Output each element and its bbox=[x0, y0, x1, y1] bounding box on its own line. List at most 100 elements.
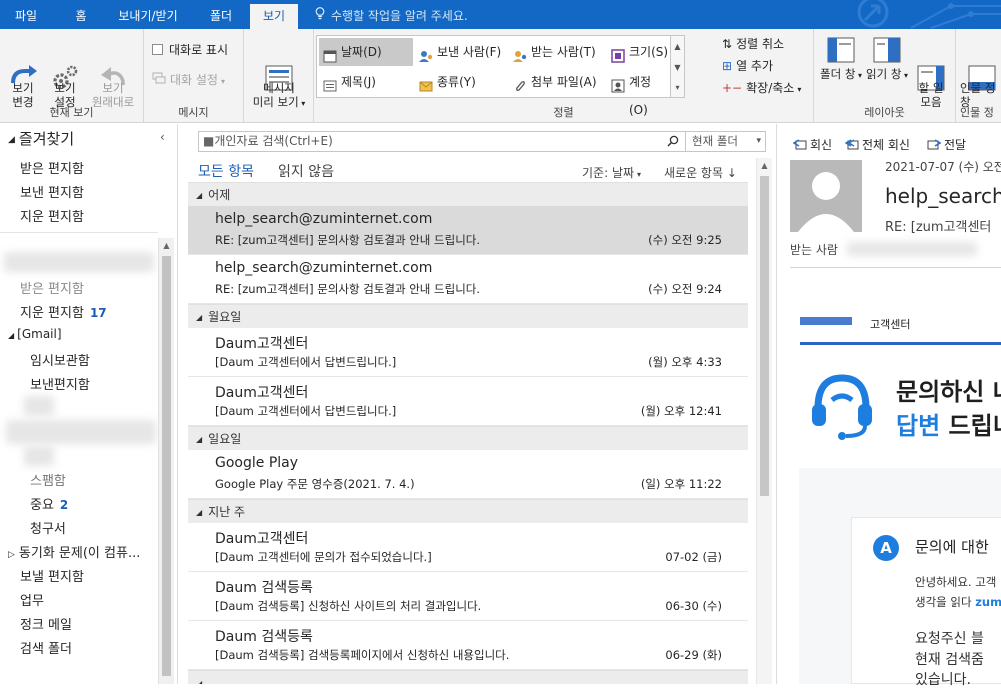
collapse-triangle-icon[interactable]: ◢ bbox=[8, 135, 15, 145]
gallery-scroll[interactable]: ▲ ▼ ▾ bbox=[671, 35, 685, 98]
group-messages: 대화로 표시 대화 설정 ▾ 메시지 bbox=[144, 29, 244, 123]
collapse-triangle-icon[interactable]: ◢ bbox=[196, 435, 202, 444]
message-row[interactable]: Daum 검색등록 [Daum 검색등록] 신청하신 사이트의 처리 결과입니다… bbox=[188, 572, 748, 621]
people-pane-button[interactable]: 인물 정 창 bbox=[960, 35, 1001, 109]
message-subject: RE: [zum고객센터] 문의사항 검토결과 안내 드립니다. bbox=[215, 282, 481, 296]
forward-button[interactable]: 전달 bbox=[927, 136, 966, 153]
arrange-by-account[interactable]: 계정(O) bbox=[607, 68, 669, 117]
group-header[interactable]: ◢ 어제 bbox=[188, 182, 748, 206]
gallery-up-arrow-icon[interactable]: ▲ bbox=[671, 36, 684, 57]
gallery-down-arrow-icon[interactable]: ▼ bbox=[671, 57, 684, 78]
conversation-settings-button[interactable]: 대화 설정 ▾ bbox=[152, 71, 225, 91]
group-header[interactable]: ◢ 월요일 bbox=[188, 304, 748, 328]
scroll-up-arrow-icon[interactable]: ▲ bbox=[159, 238, 174, 254]
sort-order-toggle[interactable]: 새로운 항목 ↓ bbox=[664, 164, 737, 181]
reply-all-button[interactable]: 전체 회신 bbox=[844, 136, 910, 153]
gallery-more-icon[interactable]: ▾ bbox=[671, 78, 684, 97]
search-input[interactable]: ■개인자료 검색(Ctrl+E) bbox=[198, 131, 686, 152]
group-header[interactable]: ◢ 지난 주 bbox=[188, 499, 748, 523]
filter-unread[interactable]: 읽지 않음 bbox=[278, 161, 334, 181]
message-row[interactable]: help_search@zuminternet.com RE: [zum고객센터… bbox=[188, 255, 748, 304]
arrange-by-from[interactable]: 보낸 사람(F) bbox=[415, 38, 507, 66]
message-row[interactable]: Daum고객센터 [Daum 고객센터에서 답변드립니다.] (월) 오후 4:… bbox=[188, 328, 748, 377]
arrange-by-attachments[interactable]: 첨부 파일(A) bbox=[509, 68, 605, 96]
tab-folder[interactable]: 폴더 bbox=[192, 4, 250, 29]
folder-pane-button[interactable]: 폴더 창 ▾ bbox=[818, 35, 864, 83]
change-view-button[interactable]: 보기 변경 bbox=[4, 35, 42, 109]
arrange-by-subject[interactable]: 제목(J) bbox=[319, 68, 413, 96]
folder-work[interactable]: 업무 bbox=[20, 590, 44, 609]
collapse-triangle-icon[interactable]: ◢ bbox=[8, 331, 14, 340]
todo-bar-icon bbox=[915, 49, 947, 91]
folder-deleted[interactable]: 지운 편지함 17 bbox=[20, 302, 107, 321]
checkbox-box[interactable] bbox=[152, 44, 163, 55]
message-from[interactable]: help_search@ bbox=[885, 184, 1001, 208]
message-preview-icon bbox=[263, 49, 295, 91]
message-preview-button[interactable]: 메시지 미리 보기 ▾ bbox=[248, 35, 310, 111]
group-header[interactable]: ◢ bbox=[188, 670, 748, 684]
forward-icon bbox=[927, 138, 942, 150]
tab-send-receive[interactable]: 보내기/받기 bbox=[108, 4, 188, 29]
tab-home[interactable]: 홈 bbox=[58, 4, 104, 29]
collapse-triangle-icon[interactable]: ◢ bbox=[196, 313, 202, 322]
reply-button[interactable]: 회신 bbox=[792, 136, 832, 153]
reverse-sort-button[interactable]: ⇅ 정렬 취소 bbox=[722, 35, 784, 53]
arrange-by-size[interactable]: 크기(S) bbox=[607, 38, 669, 66]
tab-view[interactable]: 보기 bbox=[250, 4, 298, 29]
message-subject: [Daum 고객센터에서 답변드립니다.] bbox=[215, 355, 397, 369]
favorite-sent[interactable]: 보낸 편지함 bbox=[20, 182, 84, 201]
group-header[interactable]: ◢ 일요일 bbox=[188, 426, 748, 450]
sort-by-dropdown[interactable]: 기준: 날짜 ▾ bbox=[582, 164, 641, 181]
favorites-header[interactable]: ◢ 즐겨찾기 bbox=[8, 128, 74, 149]
tell-me-box[interactable]: 수행할 작업을 알려 주세요. bbox=[313, 4, 468, 29]
folder-important[interactable]: 중요 2 bbox=[30, 494, 68, 513]
scroll-thumb[interactable] bbox=[162, 256, 171, 676]
folder-gmail[interactable]: ◢ [Gmail] bbox=[8, 327, 62, 341]
folder-pane-scrollbar[interactable]: ▲ bbox=[158, 238, 174, 684]
reading-pane-button[interactable]: 읽기 창 ▾ bbox=[864, 35, 910, 83]
view-settings-button[interactable]: 보기 설정 bbox=[46, 35, 84, 109]
reset-view-button[interactable]: 보기 원래대로 bbox=[88, 35, 138, 109]
message-list-scrollbar[interactable]: ▲ bbox=[756, 158, 772, 684]
folder-bills[interactable]: 청구서 bbox=[30, 518, 66, 537]
todo-bar-button[interactable]: 할 일 모음 bbox=[910, 35, 952, 109]
tab-file[interactable]: 파일 bbox=[0, 4, 52, 29]
folder-inbox[interactable]: 받은 편지함 bbox=[20, 278, 84, 297]
filter-all-items[interactable]: 모든 항목 bbox=[198, 161, 254, 181]
add-columns-button[interactable]: ⊞ 열 추가 bbox=[722, 57, 773, 75]
sort-arrows-icon: ⇅ bbox=[722, 37, 733, 51]
favorite-inbox[interactable]: 받은 편지함 bbox=[20, 158, 84, 177]
folder-junk[interactable]: 정크 메일 bbox=[20, 614, 72, 633]
folder-outbox[interactable]: 보낼 편지함 bbox=[20, 566, 84, 585]
expand-triangle-icon[interactable]: ▷ bbox=[8, 550, 15, 560]
arrange-by-to[interactable]: 받는 사람(T) bbox=[509, 38, 605, 66]
scroll-thumb[interactable] bbox=[760, 176, 769, 496]
folder-search-folders[interactable]: 검색 폴더 bbox=[20, 638, 72, 657]
arrange-by-type[interactable]: 종류(Y) bbox=[415, 68, 507, 96]
search-scope-dropdown[interactable]: 현재 폴더 ▾ bbox=[686, 131, 766, 152]
collapse-triangle-icon[interactable]: ◢ bbox=[196, 191, 202, 200]
folder-sync-issues[interactable]: ▷ 동기화 문제(이 컴퓨... bbox=[8, 542, 140, 561]
message-row[interactable]: help_search@zuminternet.com RE: [zum고객센터… bbox=[188, 206, 748, 255]
dropdown-caret-icon: ▾ bbox=[797, 85, 802, 94]
collapse-triangle-icon[interactable]: ◢ bbox=[196, 508, 202, 517]
message-time: (수) 오전 9:24 bbox=[648, 282, 722, 296]
minimize-pane-chevron-icon[interactable]: ‹ bbox=[160, 130, 165, 144]
message-date: 2021-07-07 (수) 오전 bbox=[885, 160, 1001, 174]
message-row[interactable]: Daum고객센터 [Daum 고객센터에서 답변드립니다.] (월) 오후 12… bbox=[188, 377, 748, 426]
folder-gmail-sent[interactable]: 보낸편지함 bbox=[30, 374, 90, 393]
search-icon[interactable] bbox=[667, 132, 679, 151]
arrange-by-date[interactable]: 날짜(D) bbox=[319, 38, 413, 66]
message-row[interactable]: Google Play Google Play 주문 영수증(2021. 7. … bbox=[188, 450, 748, 499]
message-row[interactable]: Daum고객센터 [Daum 고객센터에 문의가 접수되었습니다.] 07-02… bbox=[188, 523, 748, 572]
expand-collapse-button[interactable]: +− 확장/축소 ▾ bbox=[722, 79, 801, 99]
folder-drafts[interactable]: 임시보관함 bbox=[30, 350, 90, 369]
zum-link[interactable]: zum bbox=[975, 595, 1001, 609]
collapse-triangle-icon[interactable]: ◢ bbox=[196, 679, 202, 684]
card-text-1: 안녕하세요. 고객 bbox=[915, 575, 997, 589]
folder-spam[interactable]: 스팸함 bbox=[30, 470, 66, 489]
show-as-conversations-checkbox[interactable]: 대화로 표시 bbox=[152, 41, 228, 59]
scroll-up-arrow-icon[interactable]: ▲ bbox=[757, 158, 772, 174]
message-row[interactable]: Daum 검색등록 [Daum 검색등록] 검색등록페이지에서 신청하신 내용입… bbox=[188, 621, 748, 670]
favorite-deleted[interactable]: 지운 편지함 bbox=[20, 206, 84, 225]
